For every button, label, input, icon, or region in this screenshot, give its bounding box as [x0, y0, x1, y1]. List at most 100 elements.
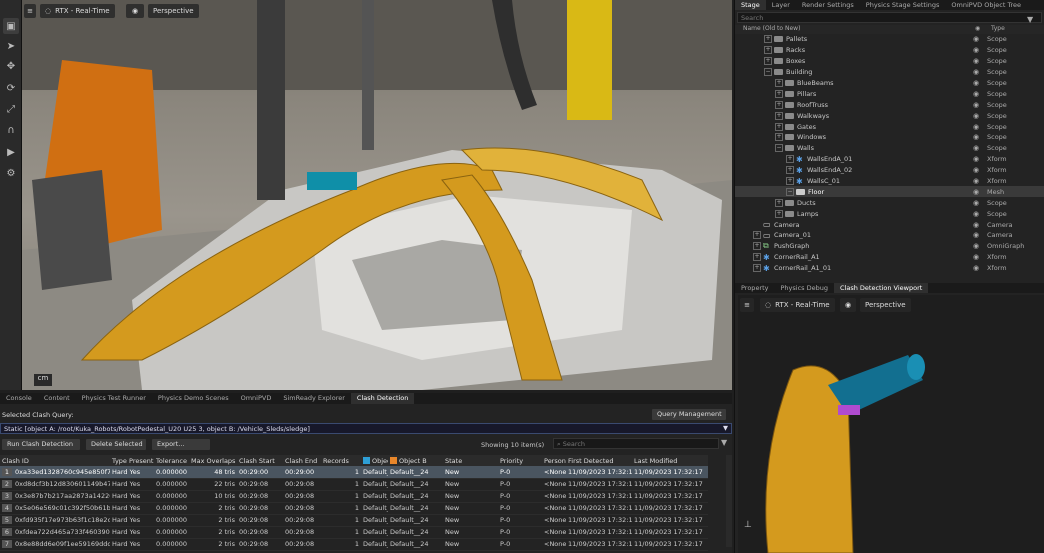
expand-toggle-icon[interactable]: +	[786, 177, 794, 186]
cell-priority[interactable]: P-0	[498, 514, 542, 527]
visibility-eye-icon[interactable]: ◉	[973, 253, 979, 261]
tree-row[interactable]: ▭ Camera ◉ Camera	[735, 219, 1044, 230]
tree-row[interactable]: − Walls ◉ Scope	[735, 143, 1044, 154]
clash-search-input[interactable]: ⌕ Search	[553, 438, 719, 449]
main-viewport[interactable]: ≡ ◌ RTX - Real-Time ◉ Perspective cm	[22, 0, 732, 390]
tree-row[interactable]: + ✱ CornerRail_A1 ◉ Xform	[735, 252, 1044, 263]
pointer-icon[interactable]: ➤	[3, 38, 19, 54]
col-clash-start[interactable]: Clash Start	[237, 455, 283, 466]
visibility-eye-icon[interactable]: ◉	[973, 177, 979, 185]
visibility-eye-icon[interactable]: ◉	[973, 112, 979, 120]
cell-person[interactable]: <None>	[542, 514, 566, 527]
camera-button[interactable]: Perspective	[148, 4, 199, 18]
cell-priority[interactable]: P-0	[498, 478, 542, 491]
cell-priority[interactable]: P-0	[498, 526, 542, 539]
tree-row[interactable]: + Gates ◉ Scope	[735, 121, 1044, 132]
expand-toggle-icon[interactable]: +	[753, 253, 761, 262]
visibility-eye-icon[interactable]: ◉	[973, 231, 979, 239]
col-clash-id[interactable]: Clash ID	[0, 455, 110, 466]
expand-toggle-icon[interactable]: +	[775, 111, 783, 120]
expand-toggle-icon[interactable]: +	[753, 242, 761, 251]
tab-clash-detection[interactable]: Clash Detection	[350, 393, 415, 404]
cell-state[interactable]: New	[443, 466, 498, 479]
run-clash-detection-button[interactable]: Run Clash Detection	[2, 439, 80, 450]
expand-toggle-icon[interactable]: +	[753, 264, 761, 273]
visibility-eye-icon[interactable]: ◉	[973, 35, 979, 43]
tree-row[interactable]: + ✱ CornerRail_A1_01 ◉ Xform	[735, 263, 1044, 274]
tab-physics-demo-scenes[interactable]: Physics Demo Scenes	[152, 393, 235, 404]
delete-selected-button[interactable]: Delete Selected	[86, 439, 146, 450]
cell-person[interactable]: <None>	[542, 538, 566, 551]
tab-physics-stage-settings[interactable]: Physics Stage Settings	[860, 0, 946, 10]
stage-search-input[interactable]: Search	[737, 12, 1042, 23]
clash-vp-camera-button[interactable]: Perspective	[860, 298, 911, 312]
query-management-button[interactable]: Query Management	[652, 409, 726, 420]
table-row[interactable]: 50xfd935f17e973b63f1c18e2c854Hard Yes0.0…	[0, 514, 766, 527]
filter-icon[interactable]: ▼	[721, 438, 727, 447]
cell-priority[interactable]: P-0	[498, 490, 542, 503]
tree-row[interactable]: + Windows ◉ Scope	[735, 132, 1044, 143]
col-state[interactable]: State	[443, 455, 498, 466]
cell-state[interactable]: New	[443, 514, 498, 527]
visibility-eye-icon[interactable]: ◉	[973, 188, 979, 196]
cell-person[interactable]: <None>	[542, 502, 566, 515]
cell-state[interactable]: New	[443, 490, 498, 503]
visibility-eye-icon[interactable]: ◉	[973, 133, 979, 141]
clash-vp-camera-icon[interactable]: ◉	[840, 298, 856, 312]
col-tolerance[interactable]: Tolerance	[154, 455, 189, 466]
play-icon[interactable]: ▶	[3, 144, 19, 160]
tab-property[interactable]: Property	[735, 283, 775, 293]
col-last-modified[interactable]: Last Modified	[632, 455, 708, 466]
tree-row[interactable]: + Boxes ◉ Scope	[735, 56, 1044, 67]
tree-row[interactable]: + ✱ WallsEndA_02 ◉ Xform	[735, 165, 1044, 176]
visibility-eye-icon[interactable]: ◉	[973, 144, 979, 152]
table-row[interactable]: 1 0xa33ed1328760c945e850f744 Hard Yes 0.000…	[0, 466, 766, 479]
tab-omnipvd-object-tree[interactable]: OmniPVD Object Tree	[945, 0, 1027, 10]
visibility-eye-icon[interactable]: ◉	[973, 199, 979, 207]
table-row[interactable]: 4 0x5e06e569c01c392f50b61b Hard Yes 0.00000…	[0, 502, 766, 515]
expand-toggle-icon[interactable]: +	[753, 231, 761, 240]
tree-row[interactable]: + ⧉ PushGraph ◉ OmniGraph	[735, 241, 1044, 252]
expand-toggle-icon[interactable]: −	[786, 187, 794, 196]
cell-person[interactable]: <None>	[542, 526, 566, 539]
tab-omnipvd[interactable]: OmniPVD	[235, 393, 278, 404]
col-type[interactable]: Type Present	[110, 455, 154, 466]
col-max-overlaps[interactable]: Max Overlaps	[189, 455, 237, 466]
tree-row[interactable]: − Building ◉ Scope	[735, 67, 1044, 78]
viewport-menu-icon[interactable]: ≡	[24, 4, 36, 18]
tree-row[interactable]: + ▭ Camera_01 ◉ Camera	[735, 230, 1044, 241]
tab-simready-explorer[interactable]: SimReady Explorer	[277, 393, 351, 404]
col-first-detected[interactable]: First Detected	[566, 455, 632, 466]
expand-toggle-icon[interactable]: +	[786, 155, 794, 164]
snap-icon[interactable]: ∩	[3, 122, 19, 138]
expand-toggle-icon[interactable]: +	[764, 35, 772, 44]
tab-render-settings[interactable]: Render Settings	[796, 0, 860, 10]
col-priority[interactable]: Priority	[498, 455, 542, 466]
tree-row[interactable]: + Walkways ◉ Scope	[735, 110, 1044, 121]
cell-priority[interactable]: P-0	[498, 502, 542, 515]
visibility-eye-icon[interactable]: ◉	[973, 264, 979, 272]
expand-toggle-icon[interactable]: +	[764, 57, 772, 66]
expand-toggle-icon[interactable]: −	[764, 68, 772, 77]
camera-icon[interactable]: ◉	[126, 4, 144, 18]
visibility-eye-icon[interactable]: ◉	[973, 221, 979, 229]
expand-toggle-icon[interactable]: +	[775, 122, 783, 131]
move-icon[interactable]: ✥	[3, 58, 19, 74]
filter-icon[interactable]: ▼	[1027, 15, 1033, 24]
tree-row[interactable]: + Racks ◉ Scope	[735, 45, 1044, 56]
visibility-eye-icon[interactable]: ◉	[973, 123, 979, 131]
physics-tool-icon[interactable]: ⚙	[3, 165, 19, 181]
tab-layer[interactable]: Layer	[766, 0, 796, 10]
visibility-eye-icon[interactable]: ◉	[973, 210, 979, 218]
cell-priority[interactable]: P-0	[498, 538, 542, 551]
tree-row[interactable]: + Pallets ◉ Scope	[735, 34, 1044, 45]
query-select[interactable]: Static [object A: /root/Kuka_Robots/Robo…	[0, 423, 732, 434]
col-clash-end[interactable]: Clash End	[283, 455, 321, 466]
expand-toggle-icon[interactable]: +	[775, 89, 783, 98]
scale-icon[interactable]: ⤢	[3, 101, 19, 117]
table-row[interactable]: 3 0x3e87b7b217aa2873a142201 Hard Yes 0.0000…	[0, 490, 766, 503]
visibility-eye-icon[interactable]: ◉	[973, 57, 979, 65]
col-name-header[interactable]: Name (Old to New)	[743, 25, 800, 34]
cell-state[interactable]: New	[443, 526, 498, 539]
renderer-button[interactable]: ◌ RTX - Real-Time	[40, 4, 115, 18]
